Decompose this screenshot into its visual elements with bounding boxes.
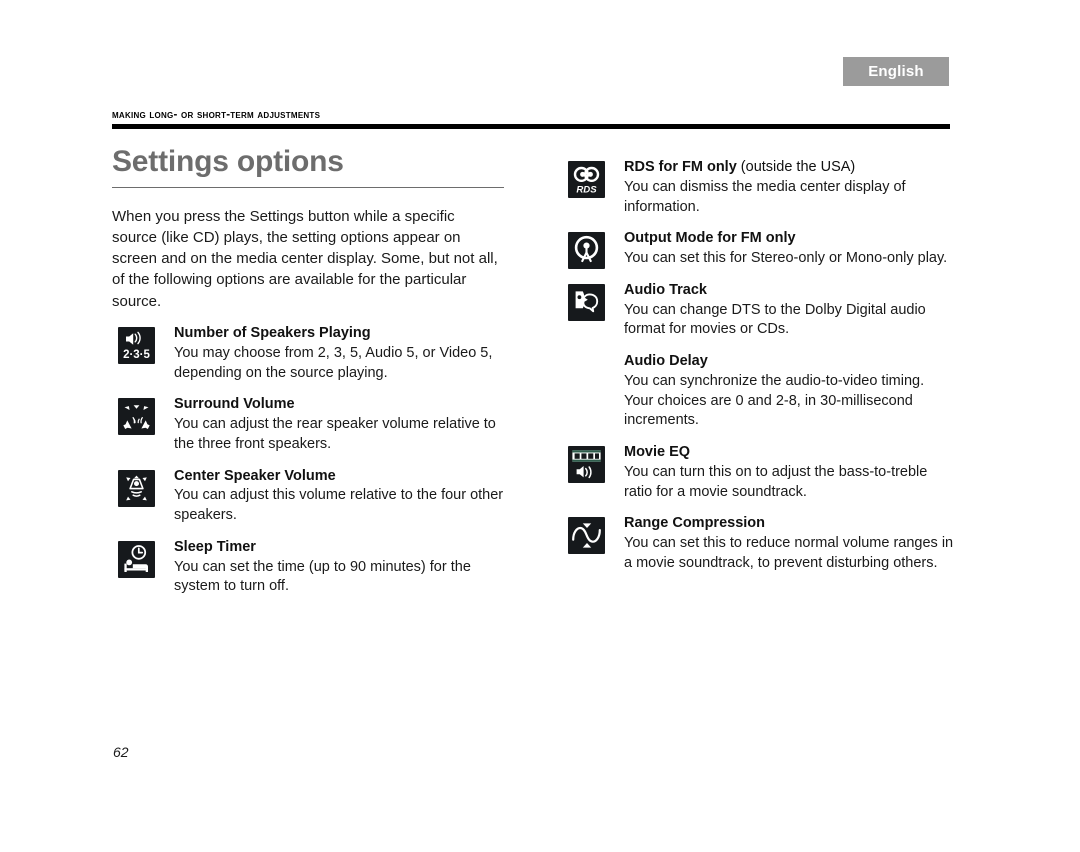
right-column: RDS RDS for FM only (outside the USA) You… (562, 146, 954, 574)
page-number: 62 (113, 744, 129, 760)
setting-option: Audio Delay You can synchronize the audio… (562, 352, 954, 431)
header-rule (112, 124, 950, 129)
setting-option-title: Number of Speakers Playing (174, 324, 371, 341)
fm-antenna-icon (568, 232, 605, 270)
setting-option-description: You can set the time (up to 90 minutes) … (174, 558, 471, 595)
setting-option-title: Output Mode for FM only (624, 230, 796, 247)
title-rule (112, 186, 504, 188)
movie-eq-icon (568, 446, 605, 484)
audio-track-icon (568, 283, 605, 321)
setting-option-title: Surround Volume (174, 396, 295, 413)
speakers-235-icon: 2·3·5 (118, 326, 155, 364)
setting-option: Output Mode for FM only You can set this … (562, 229, 954, 270)
setting-option-title: Sleep Timer (174, 538, 256, 555)
running-head: Making long- or short-term adjustments (112, 109, 321, 121)
setting-option: Range Compression You can set this to red… (562, 514, 954, 573)
surround-volume-icon (118, 398, 155, 436)
setting-option-description: You can set this to reduce normal volume… (624, 535, 954, 571)
setting-option-title: Audio Delay (624, 353, 708, 370)
right-options-list: RDS RDS for FM only (outside the USA) You… (562, 158, 954, 574)
intro-paragraph: When you press the Settings button while… (112, 207, 498, 310)
setting-option-description: You can turn this on to adjust the bass-… (624, 463, 928, 500)
manual-page: English Making long- or short-term adjus… (0, 0, 1080, 852)
setting-option: Sleep Timer You can set the time (up to 9… (112, 538, 504, 597)
setting-option: Movie EQ You can turn this on to adjust t… (562, 443, 954, 502)
setting-option-description: You can set this for Stereo-only or Mono… (624, 250, 948, 267)
setting-option: Audio Track You can change DTS to the Dol… (562, 281, 954, 340)
left-column: Settings options When you press the Sett… (112, 146, 504, 597)
range-compression-icon (568, 517, 605, 555)
setting-option-description: You can synchronize the audio-to-video t… (624, 372, 925, 429)
setting-option-title: RDS for FM only (outside the USA) (624, 159, 856, 175)
setting-option-description: You may choose from 2, 3, 5, Audio 5, or… (174, 344, 493, 381)
setting-option: Surround Volume You can adjust the rear s… (112, 395, 504, 454)
setting-option-title: Audio Track (624, 281, 707, 298)
setting-option-title-note: (outside the USA) (736, 159, 856, 175)
setting-option-description: You can adjust this volume relative to t… (174, 487, 504, 524)
setting-option-description: You can dismiss the media center display… (624, 178, 906, 215)
setting-option: Center Speaker Volume You can adjust this… (112, 467, 504, 526)
language-badge: English (843, 57, 949, 86)
setting-option-description: You can change DTS to the Dolby Digital … (624, 301, 926, 338)
sleep-timer-icon (118, 540, 155, 578)
page-title: Settings options (112, 145, 344, 178)
rds-icon: RDS (568, 161, 605, 198)
svg-text:RDS: RDS (576, 184, 597, 195)
setting-option-description: You can adjust the rear speaker volume r… (174, 416, 496, 452)
center-speaker-icon (118, 469, 155, 507)
setting-option-title: Range Compression (624, 515, 765, 532)
svg-text:2·3·5: 2·3·5 (123, 349, 150, 361)
setting-option: RDS RDS for FM only (outside the USA) You… (562, 158, 954, 217)
setting-option-title: Center Speaker Volume (174, 467, 336, 484)
setting-option-title: Movie EQ (624, 444, 691, 461)
setting-option: 2·3·5 Number of Speakers Playing You may … (112, 324, 504, 383)
left-options-list: 2·3·5 Number of Speakers Playing You may … (112, 324, 504, 597)
